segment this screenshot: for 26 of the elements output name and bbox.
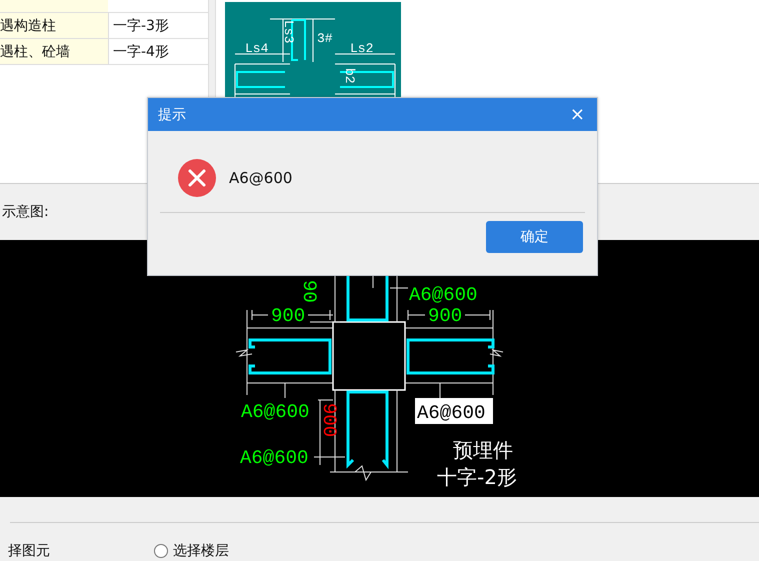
caption-text: 十字-2形 [437,465,517,489]
close-button[interactable]: × [568,106,587,124]
dimension-label: A6@600 [240,447,308,469]
option-label[interactable]: 选择楼层 [173,542,229,560]
error-icon [178,158,216,196]
dimension-label: 90 [298,280,320,303]
dialog-message: A6@600 [229,168,292,186]
ok-button[interactable]: 确定 [486,221,583,253]
dialog-title: 提示 [158,106,186,124]
preview-label: Ls2 [350,41,374,56]
dimension-label: 900 [318,403,340,438]
table-cell: 遇构造柱 [0,12,108,38]
preview-label: 3# [317,31,333,46]
preview-label: Ls3 [281,20,296,44]
caption-text: 预埋件 [453,438,513,462]
radio-button[interactable] [154,544,168,558]
preview-label: Ls4 [245,41,268,56]
dimension-label: 900 [428,305,462,327]
dimension-label: A6@600 [241,401,310,423]
table-cell: 遇柱、砼墙 [0,38,108,64]
preview-label: b2 [342,68,357,84]
option-label[interactable]: 择图元 [8,542,50,560]
diagram-label: 示意图: [1,203,49,221]
dimension-label: A6@600 [409,284,478,306]
dimension-label: 900 [271,305,306,327]
callout-label: A6@600 [415,398,493,424]
